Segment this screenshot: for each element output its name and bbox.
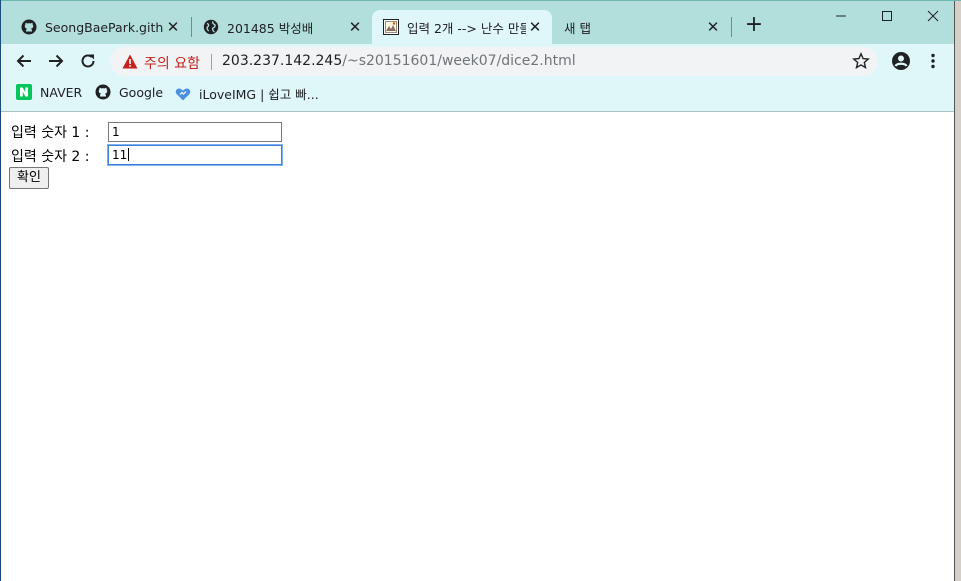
window-border-left xyxy=(0,0,1,581)
close-window-button[interactable] xyxy=(910,2,956,30)
reload-icon xyxy=(81,54,95,68)
close-icon[interactable]: ✕ xyxy=(526,18,544,36)
browser-toolbar: 주의 요함 203.237.142.245/~s20151601/week07/… xyxy=(0,44,961,78)
url-host: 203.237.142.245 xyxy=(222,53,343,69)
omnibox-divider xyxy=(211,54,212,70)
close-icon xyxy=(927,10,939,22)
profile-button[interactable] xyxy=(890,50,912,72)
confirm-button[interactable]: 확인 xyxy=(9,167,49,189)
bookmark-iloveimg[interactable]: iLoveIMG | 쉽고 빠... xyxy=(175,84,319,103)
bookmarks-bar: NAVER Google iLoveIMG | 쉽고 빠... xyxy=(0,78,961,112)
bookmark-label: NAVER xyxy=(40,84,83,100)
tab-dice-active[interactable]: 입력 2개 --> 난수 만들기 ✕ xyxy=(372,10,552,44)
tab-title: 새 탭 xyxy=(564,20,591,36)
bookmark-label: Google xyxy=(119,84,164,100)
bookmark-google[interactable]: Google xyxy=(95,84,163,100)
new-tab-button[interactable]: + xyxy=(744,14,764,36)
page-image-icon xyxy=(383,19,399,35)
tab-new[interactable]: 새 탭 ✕ xyxy=(552,10,730,44)
background-window-edge xyxy=(954,0,961,581)
forward-arrow-icon xyxy=(49,54,64,68)
tab-title: SeongBaePark.github.io xyxy=(45,19,164,35)
page-content: 입력 숫자 1 : 1 입력 숫자 2 : 11 확인 xyxy=(0,112,954,581)
window-border-top xyxy=(0,0,961,1)
bookmark-label: iLoveIMG | 쉽고 빠... xyxy=(199,87,319,102)
close-icon[interactable]: ✕ xyxy=(704,18,722,36)
bookmark-star-icon[interactable] xyxy=(852,52,870,74)
text-caret xyxy=(128,148,130,161)
tab-profile[interactable]: 201485 박성배 ✕ xyxy=(182,10,372,44)
number2-input[interactable]: 11 xyxy=(108,145,282,165)
number1-label: 입력 숫자 1 : xyxy=(11,125,90,141)
tab-divider xyxy=(731,17,732,37)
tab-title: 입력 2개 --> 난수 만들기 xyxy=(407,20,526,36)
naver-icon xyxy=(16,84,32,100)
github-icon xyxy=(21,19,37,35)
close-icon[interactable]: ✕ xyxy=(164,18,182,36)
url-text[interactable]: 203.237.142.245/~s20151601/week07/dice2.… xyxy=(222,53,576,69)
number1-input[interactable]: 1 xyxy=(108,122,282,142)
minimize-icon xyxy=(836,15,846,17)
close-icon[interactable]: ✕ xyxy=(346,18,364,36)
heart-icon xyxy=(175,86,191,102)
tab-strip: SeongBaePark.github.io ✕ 201485 박성배 ✕ 입력… xyxy=(0,0,961,44)
maximize-icon xyxy=(882,11,892,21)
bookmark-naver[interactable]: NAVER xyxy=(16,84,82,100)
account-icon xyxy=(892,52,910,70)
maximize-button[interactable] xyxy=(864,2,910,30)
more-vertical-icon xyxy=(931,53,935,69)
tab-title: 201485 박성배 xyxy=(227,20,314,36)
reload-button[interactable] xyxy=(77,50,99,72)
forward-button[interactable] xyxy=(45,50,67,72)
back-arrow-icon xyxy=(16,54,31,68)
number1-value: 1 xyxy=(112,125,120,139)
warning-triangle-icon[interactable] xyxy=(122,54,138,73)
address-bar[interactable]: 주의 요함 203.237.142.245/~s20151601/week07/… xyxy=(110,47,878,76)
security-warning-label[interactable]: 주의 요함 xyxy=(144,53,200,73)
number2-value: 11 xyxy=(112,148,128,162)
minimize-button[interactable] xyxy=(818,2,864,30)
back-button[interactable] xyxy=(13,50,35,72)
browser-chrome: SeongBaePark.github.io ✕ 201485 박성배 ✕ 입력… xyxy=(0,0,961,112)
number2-label: 입력 숫자 2 : xyxy=(11,149,90,165)
url-path: /~s20151601/week07/dice2.html xyxy=(342,53,576,69)
tab-github[interactable]: SeongBaePark.github.io ✕ xyxy=(0,10,190,44)
github-icon xyxy=(95,84,111,100)
menu-button[interactable] xyxy=(922,50,944,72)
globe-icon xyxy=(203,19,219,35)
